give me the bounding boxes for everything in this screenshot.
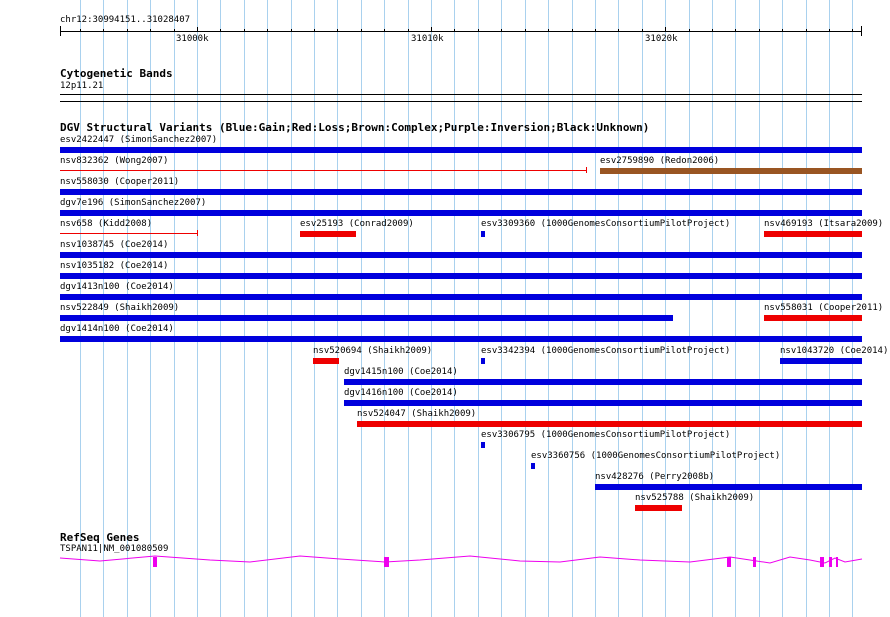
gene-exon: [753, 557, 756, 567]
ruler-tick: [852, 29, 853, 32]
variant-label: nsv832362 (Wong2007): [60, 156, 169, 166]
variant-bar[interactable]: [764, 231, 862, 237]
variant-bar[interactable]: [780, 358, 862, 364]
variant-bar[interactable]: [481, 442, 485, 448]
variant-bar[interactable]: [481, 231, 485, 237]
variant-label: nsv1043720 (Coe2014): [780, 346, 889, 356]
ruler-tick: [501, 29, 502, 32]
variant-bar[interactable]: [344, 400, 862, 406]
ruler-tick: [689, 29, 690, 32]
ruler-tick: [829, 29, 830, 32]
gene-exon: [727, 557, 731, 567]
variant-label: esv25193 (Conrad2009): [300, 219, 414, 229]
genome-browser-panel: chr12:30994151..31028407 31000k 31010k 3…: [0, 0, 890, 617]
variant-label: nsv469193 (Itsara2009): [764, 219, 884, 229]
variant-label: nsv658 (Kidd2008): [60, 219, 153, 229]
ruler-tick: [314, 29, 315, 32]
ruler-tick: [572, 29, 573, 32]
ruler-tick: [291, 29, 292, 32]
variant-label: esv3360756 (1000GenomesConsortiumPilotPr…: [531, 451, 781, 461]
ruler-tick: [595, 29, 596, 32]
ruler-tick: [712, 29, 713, 32]
variant-label: nsv524047 (Shaikh2009): [357, 409, 477, 419]
ruler-tick: [525, 29, 526, 32]
ruler-tick: [174, 29, 175, 32]
variant-label: esv3309360 (1000GenomesConsortiumPilotPr…: [481, 219, 731, 229]
variant-bar[interactable]: [481, 358, 485, 364]
variant-label: esv3306795 (1000GenomesConsortiumPilotPr…: [481, 430, 731, 440]
variant-bar[interactable]: [357, 421, 862, 427]
variant-bar[interactable]: [531, 463, 535, 469]
ruler-tick: [454, 29, 455, 32]
ruler-tick: [267, 29, 268, 32]
ruler-tick: [759, 29, 760, 32]
variant-label: nsv522849 (Shaikh2009): [60, 303, 180, 313]
ruler-tick: [408, 29, 409, 32]
variant-label: dgv7e196 (SimonSanchez2007): [60, 198, 207, 208]
variant-label: nsv1038745 (Coe2014): [60, 240, 169, 250]
ruler-tick: [548, 29, 549, 32]
variant-label: nsv558031 (Cooper2011): [764, 303, 884, 313]
ruler-end-left: [60, 26, 61, 36]
variant-bar-end-cap: [586, 167, 587, 173]
gene-exon: [153, 557, 157, 567]
variant-bar[interactable]: [764, 315, 862, 321]
ruler-tick: [735, 29, 736, 32]
variant-label: nsv1035182 (Coe2014): [60, 261, 169, 271]
ruler-tick: [220, 29, 221, 32]
ruler-tick: [197, 27, 198, 32]
variant-bar[interactable]: [600, 168, 862, 174]
variant-bar[interactable]: [60, 252, 862, 258]
ruler-tick: [618, 29, 619, 32]
variant-bar-end-cap: [197, 230, 198, 236]
ruler-tick: [361, 29, 362, 32]
variant-bar[interactable]: [313, 358, 339, 364]
ruler-tick: [431, 27, 432, 32]
variant-bar[interactable]: [300, 231, 356, 237]
variant-label: nsv520694 (Shaikh2009): [313, 346, 433, 356]
gene-intron-line: [59, 555, 863, 564]
variant-label: dgv1413n100 (Coe2014): [60, 282, 174, 292]
ruler-tick: [782, 29, 783, 32]
ruler-tick: [478, 29, 479, 32]
gene-exon: [829, 557, 832, 567]
variant-bar[interactable]: [60, 315, 673, 321]
ruler-tick: [127, 29, 128, 32]
ruler-tick: [384, 29, 385, 32]
variant-bar[interactable]: [595, 484, 862, 490]
variant-label: nsv558030 (Cooper2011): [60, 177, 180, 187]
ruler-tick: [244, 29, 245, 32]
ruler-tick: [150, 29, 151, 32]
variant-bar[interactable]: [60, 273, 862, 279]
ruler-tick: [806, 29, 807, 32]
variant-label: esv2422447 (SimonSanchez2007): [60, 135, 218, 145]
variant-label: esv3342394 (1000GenomesConsortiumPilotPr…: [481, 346, 731, 356]
gene-exon: [820, 557, 824, 567]
ruler-tick: [642, 29, 643, 32]
ruler-tick: [80, 29, 81, 32]
gene-exon: [836, 557, 838, 567]
variant-bar[interactable]: [60, 189, 862, 195]
variant-label: dgv1416n100 (Coe2014): [344, 388, 458, 398]
variant-bar[interactable]: [60, 233, 197, 234]
gene-exon: [384, 557, 389, 567]
variant-label: nsv428276 (Perry2008b): [595, 472, 715, 482]
ruler-tick: [337, 29, 338, 32]
variant-bar[interactable]: [60, 294, 862, 300]
variant-bar[interactable]: [635, 505, 682, 511]
variant-label: esv2759890 (Redon2006): [600, 156, 720, 166]
variant-label: dgv1415n100 (Coe2014): [344, 367, 458, 377]
variant-bar[interactable]: [60, 336, 862, 342]
ruler-tick: [665, 27, 666, 32]
ruler-end-right: [861, 26, 862, 36]
variant-label: nsv525788 (Shaikh2009): [635, 493, 755, 503]
variant-label: dgv1414n100 (Coe2014): [60, 324, 174, 334]
variant-bar[interactable]: [344, 379, 862, 385]
variant-bar[interactable]: [60, 210, 862, 216]
variant-bar[interactable]: [60, 147, 862, 153]
variant-bar[interactable]: [60, 170, 586, 171]
ruler-tick: [103, 29, 104, 32]
